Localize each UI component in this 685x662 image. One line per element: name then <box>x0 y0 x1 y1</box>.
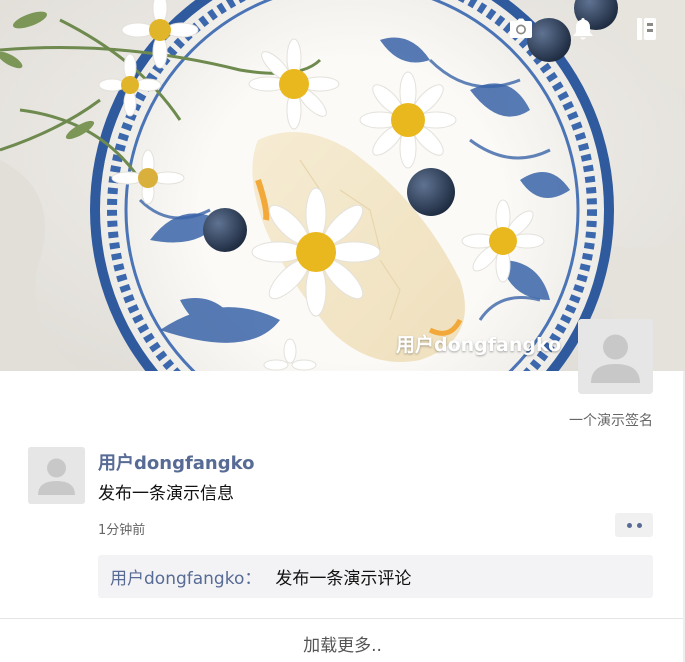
post-username[interactable]: 用户dongfangko <box>98 449 254 475</box>
contacts-book-icon[interactable] <box>634 16 660 42</box>
cover-image[interactable] <box>0 0 685 371</box>
camera-icon[interactable] <box>508 16 534 42</box>
cover-photo-plate-flowers <box>0 0 685 371</box>
post-content: 发布一条演示信息 <box>98 484 234 504</box>
profile-signature: 一个演示签名 <box>569 413 653 429</box>
comment-item: 用户dongfangko ： 发布一条演示评论 <box>98 555 653 598</box>
more-dots-icon <box>626 522 632 528</box>
divider <box>0 618 685 619</box>
bell-icon[interactable] <box>570 16 596 42</box>
cover-username[interactable]: 用户dongfangko <box>396 332 571 358</box>
comment-text: 发布一条演示评论 <box>275 569 412 589</box>
default-avatar-icon <box>28 447 85 504</box>
default-avatar-icon <box>578 319 653 394</box>
profile-avatar[interactable] <box>578 319 653 394</box>
post-timestamp: 1分钟前 <box>98 523 146 538</box>
moments-page: 用户dongfangko 一个演示签名 用户dongfangko 发布一条演示信… <box>0 0 685 662</box>
more-dots-icon-dot <box>636 522 642 528</box>
post-actions-button[interactable] <box>615 513 653 537</box>
load-more-button[interactable]: 加载更多.. <box>0 631 685 656</box>
post-avatar[interactable] <box>28 447 85 504</box>
comment-separator: ： <box>244 569 262 589</box>
comment-username[interactable]: 用户dongfangko <box>110 564 244 589</box>
